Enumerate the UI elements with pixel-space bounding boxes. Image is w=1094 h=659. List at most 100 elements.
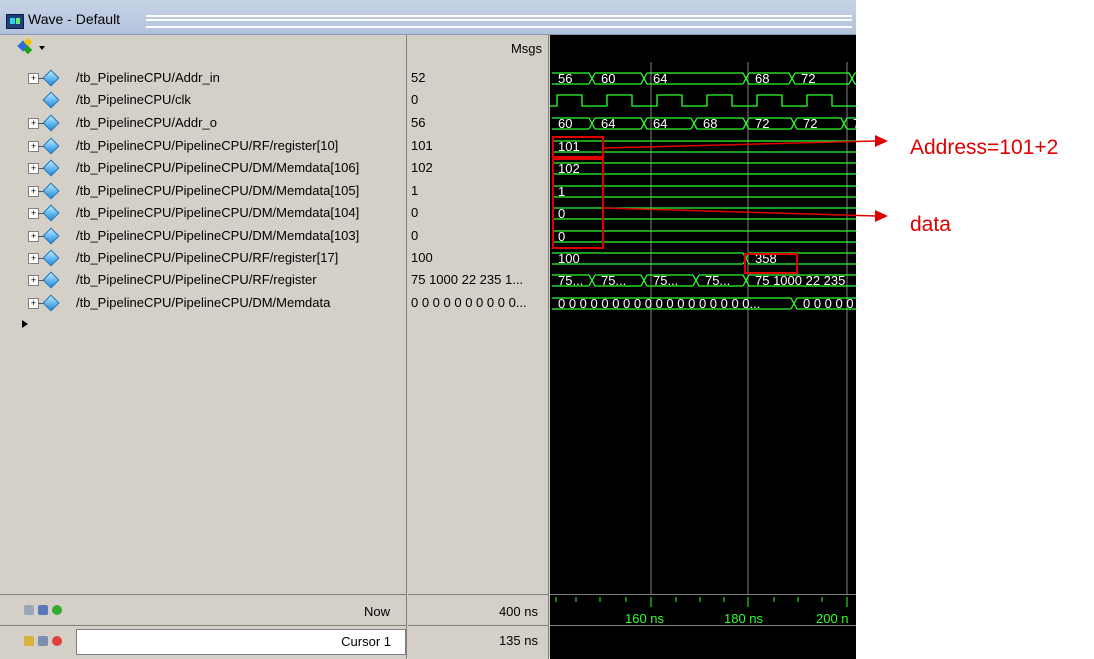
waveform-pane[interactable]: 5660646872606464687272710110210010035875… — [550, 62, 856, 594]
now-value: 400 ns — [498, 604, 538, 619]
signal-row[interactable]: /tb_PipelineCPU/clk — [0, 90, 406, 112]
signal-diamond-icon — [42, 114, 60, 132]
signal-value: 75 1000 22 235 1... — [411, 272, 524, 287]
cursor-row: Cursor 1 — [0, 625, 407, 659]
signal-value: 102 — [411, 160, 433, 175]
signal-value: 1 — [411, 183, 419, 198]
address-arrow-head — [875, 135, 888, 147]
addr-o-segment — [693, 117, 747, 130]
signal-value-row[interactable]: 75 1000 22 235 1... — [408, 270, 548, 292]
memdata106-label: 102 — [558, 161, 580, 176]
title-bar[interactable]: Wave - Default — [0, 0, 856, 35]
signal-diamond-icon — [42, 271, 60, 289]
signal-value-row[interactable]: 0 — [408, 203, 548, 225]
cursor-value-cell: 135 ns — [408, 625, 549, 659]
signal-diamond-icon — [42, 227, 60, 245]
addr-o-label: 72 — [755, 116, 769, 131]
wave-header — [550, 35, 856, 63]
window-icon[interactable] — [38, 605, 48, 615]
addr-o-label: 64 — [653, 116, 667, 131]
signal-value-row[interactable]: 52 — [408, 68, 548, 90]
signal-value: 101 — [411, 138, 433, 153]
title-grip[interactable] — [146, 15, 852, 28]
signal-value-row[interactable]: 101 — [408, 136, 548, 158]
register-bus-label: 75... — [705, 273, 730, 288]
addr-in-segment — [851, 72, 856, 85]
addr-o-segment — [745, 117, 795, 130]
memdata104-segment — [552, 207, 856, 220]
signal-names-pane[interactable]: +/tb_PipelineCPU/Addr_in/tb_PipelineCPU/… — [0, 62, 407, 594]
addr-in-label: 56 — [558, 71, 572, 86]
msgs-header: Msgs — [408, 35, 549, 63]
remove-icon[interactable] — [52, 636, 62, 646]
addr-o-label: 64 — [601, 116, 615, 131]
ruler-ticks — [555, 597, 848, 607]
addr-in-label: 68 — [755, 71, 769, 86]
signal-value: 56 — [411, 115, 426, 130]
signal-row[interactable]: +/tb_PipelineCPU/PipelineCPU/DM/Memdata[… — [0, 203, 406, 225]
data-arrow-head — [875, 210, 888, 222]
signal-value: 100 — [411, 250, 433, 265]
memdata-bus-label: 0 0 0 0 0 0 0 0 0 0 0 0 0 0 0 0 0 0... — [558, 296, 760, 311]
signal-row[interactable]: +/tb_PipelineCPU/PipelineCPU/DM/Memdata[… — [0, 181, 406, 203]
signal-diamond-icon — [42, 91, 60, 109]
signal-value-row[interactable]: 0 0 0 0 0 0 0 0 0 0... — [408, 293, 548, 315]
signal-row[interactable]: +/tb_PipelineCPU/PipelineCPU/DM/Memdata[… — [0, 158, 406, 180]
signal-row[interactable]: +/tb_PipelineCPU/PipelineCPU/RF/register — [0, 270, 406, 292]
signal-diamond-icon — [42, 249, 60, 267]
waveform-canvas[interactable]: 5660646872606464687272710110210010035875… — [550, 62, 856, 594]
signal-values-pane[interactable]: 52 0 56 101 102 1 0 0 100 75 1000 22 235 1... 0 0 … — [408, 62, 549, 594]
wave-window-icon — [6, 14, 24, 29]
memdata106-segment — [552, 162, 856, 175]
cursor-name-field[interactable]: Cursor 1 — [76, 629, 406, 655]
signal-diamond-icon — [42, 69, 60, 87]
signal-value-row[interactable]: 102 — [408, 158, 548, 180]
signal-diamond-icon — [42, 294, 60, 312]
signal-value-row[interactable]: 56 — [408, 113, 548, 135]
signal-name: /tb_PipelineCPU/PipelineCPU/DM/Memdata[1… — [76, 205, 360, 220]
edit-icon[interactable] — [38, 636, 48, 646]
signal-row[interactable]: +/tb_PipelineCPU/PipelineCPU/DM/Memdata — [0, 293, 406, 315]
signal-row[interactable]: +/tb_PipelineCPU/PipelineCPU/RF/register… — [0, 248, 406, 270]
cursor-track[interactable] — [550, 625, 856, 659]
msgs-label: Msgs — [510, 41, 542, 56]
plus-circle-icon[interactable] — [52, 605, 62, 615]
addr-in-label: 72 — [801, 71, 815, 86]
timeline-ruler[interactable]: 160 ns 180 ns 200 n — [550, 594, 856, 626]
signal-name: /tb_PipelineCPU/clk — [76, 92, 191, 107]
register-bus-label: 75... — [558, 273, 583, 288]
register-bus-label: 75... — [601, 273, 626, 288]
data-annotation: data — [910, 213, 951, 236]
now-label: Now — [363, 604, 390, 619]
lock-icon[interactable] — [24, 636, 34, 646]
signal-value-row[interactable]: 100 — [408, 248, 548, 270]
now-row: Now — [0, 594, 407, 626]
signal-name: /tb_PipelineCPU/PipelineCPU/RF/register — [76, 272, 317, 287]
signal-diamond-icon — [42, 182, 60, 200]
memdata103-label: 0 — [558, 229, 565, 244]
signal-diamond-icon — [42, 159, 60, 177]
register17-label: 100 — [558, 251, 580, 266]
signal-row[interactable]: +/tb_PipelineCPU/Addr_o — [0, 113, 406, 135]
signal-value: 0 — [411, 205, 419, 220]
cursor-value: 135 ns — [498, 633, 538, 648]
add-icon[interactable] — [24, 605, 34, 615]
signal-value-row[interactable]: 0 — [408, 226, 548, 248]
names-header — [0, 35, 407, 63]
signal-value-row[interactable]: 0 — [408, 90, 548, 112]
signal-name: /tb_PipelineCPU/PipelineCPU/DM/Memdata[1… — [76, 183, 360, 198]
signal-name: /tb_PipelineCPU/PipelineCPU/RF/register[… — [76, 250, 339, 265]
signal-name: /tb_PipelineCPU/PipelineCPU/DM/Memdata[1… — [76, 160, 360, 175]
signal-row[interactable]: +/tb_PipelineCPU/Addr_in — [0, 68, 406, 90]
register-bus-label: 75... — [653, 273, 678, 288]
register17-segment — [552, 252, 747, 265]
signal-diamond-icon — [42, 204, 60, 222]
signal-value-row[interactable]: 1 — [408, 181, 548, 203]
signal-value: 52 — [411, 70, 426, 85]
wave-window: Wave - Default Msgs +/tb_PipelineCPU/Add… — [0, 0, 856, 659]
cursor-label: Cursor 1 — [341, 634, 391, 649]
signal-row[interactable]: +/tb_PipelineCPU/PipelineCPU/DM/Memdata[… — [0, 226, 406, 248]
signal-name: /tb_PipelineCPU/PipelineCPU/DM/Memdata — [76, 295, 331, 310]
signal-row[interactable]: +/tb_PipelineCPU/PipelineCPU/RF/register… — [0, 136, 406, 158]
memdata105-label: 1 — [558, 184, 565, 199]
